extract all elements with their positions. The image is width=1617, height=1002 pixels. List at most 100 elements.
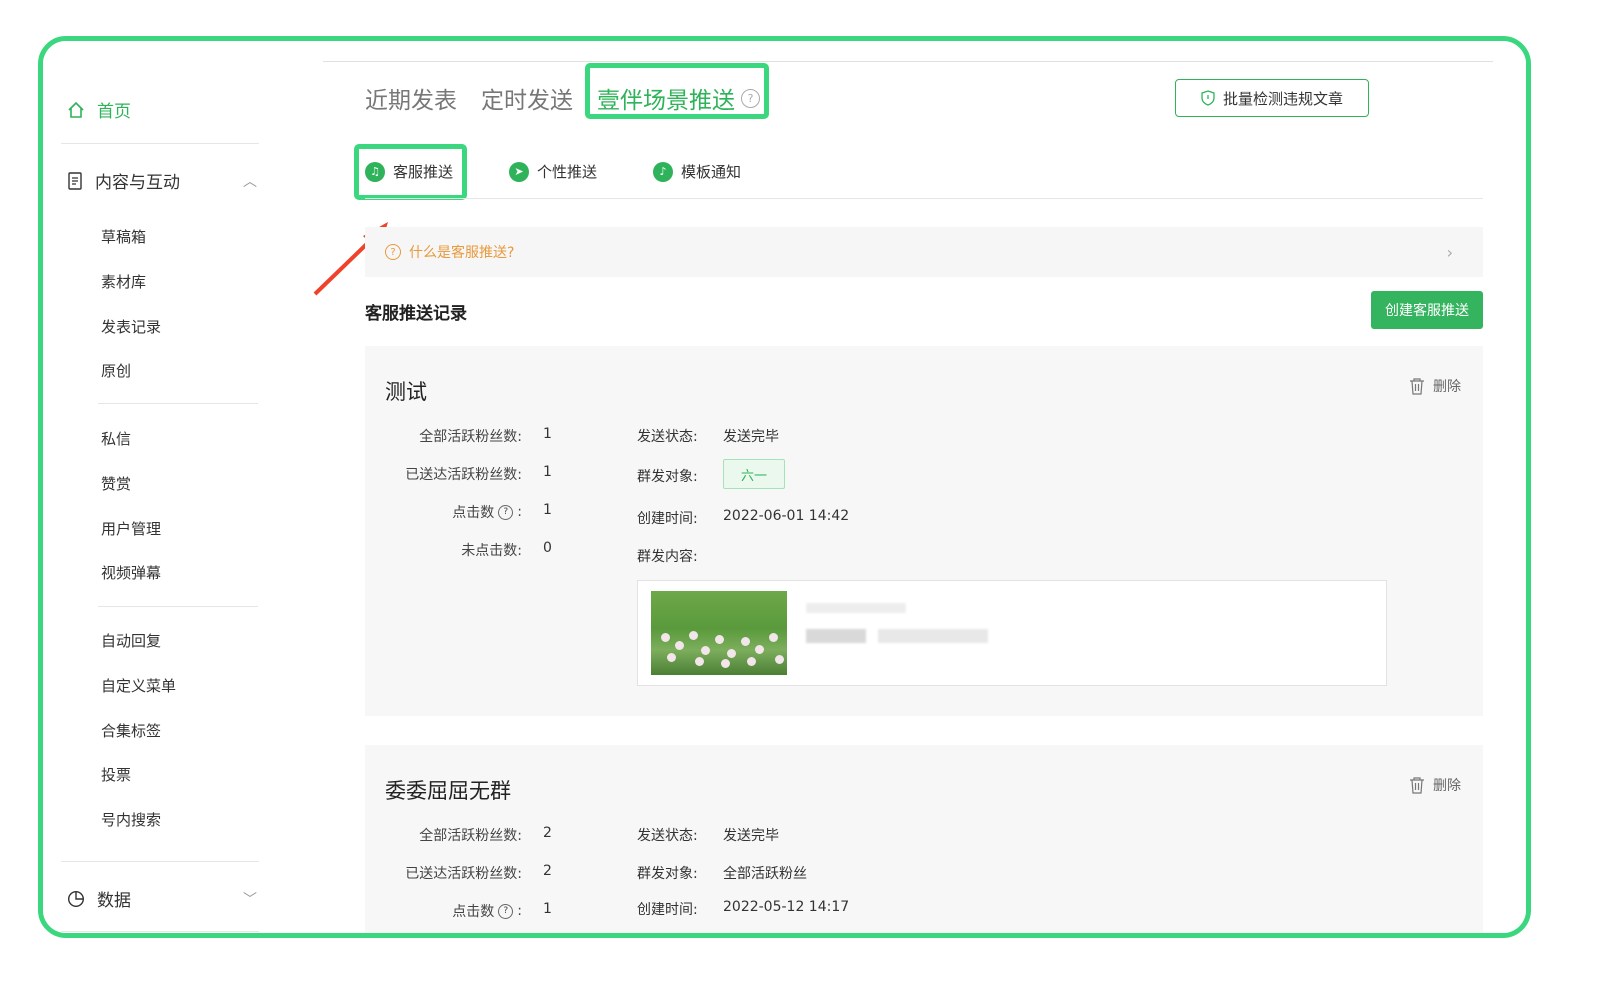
thumbnail-image <box>651 591 787 675</box>
divider <box>61 143 259 144</box>
sidebar-item-messages[interactable]: 私信 <box>101 428 131 449</box>
subtab-divider <box>365 198 1483 199</box>
divider <box>98 403 258 404</box>
button-label: 批量检测违规文章 <box>1222 89 1343 108</box>
app-window: 首页 内容与互动 ︿ 草稿箱 素材库 发表记录 原创 私信 赞赏 用户管理 视频… <box>38 36 1531 938</box>
help-icon[interactable]: ? <box>498 903 514 919</box>
sidebar-group-data[interactable]: 数据 ﹀ <box>67 886 257 911</box>
divider <box>61 861 259 862</box>
label-text: 点击数 <box>452 505 495 521</box>
value-send-status: 发送完毕 <box>723 429 779 445</box>
value-clicks: 1 <box>543 502 552 518</box>
tab-recent-posts[interactable]: 近期发表 <box>365 81 457 115</box>
record-card: 测试 删除 全部活跃粉丝数: 1 已送达活跃粉丝数: 1 点击数 ? : 1 未… <box>365 346 1483 716</box>
sidebar-item-publish-history[interactable]: 发表记录 <box>101 316 161 337</box>
sidebar-item-collection-tags[interactable]: 合集标签 <box>101 720 161 741</box>
chevron-right-icon: › <box>1446 242 1453 262</box>
record-title: 委委屈屈无群 <box>385 779 511 803</box>
sidebar-item-danmaku[interactable]: 视频弹幕 <box>101 562 161 583</box>
help-icon: ? <box>385 244 401 260</box>
label-target: 群发对象: <box>637 866 698 882</box>
label-clicks: 点击数 ? : <box>342 502 522 522</box>
chevron-down-icon[interactable]: ﹀ <box>243 889 257 909</box>
blurred-text <box>878 629 988 643</box>
sidebar-item-original[interactable]: 原创 <box>101 360 131 381</box>
label-colon: : <box>517 903 522 919</box>
label-created: 创建时间: <box>637 902 698 918</box>
label-unclicked: 未点击数: <box>461 543 522 559</box>
value-target: 全部活跃粉丝 <box>723 866 807 882</box>
info-banner[interactable]: ? 什么是客服推送? › <box>365 227 1483 277</box>
divider <box>98 606 258 607</box>
label-all-fans: 全部活跃粉丝数: <box>419 828 522 844</box>
value-created: 2022-05-12 14:17 <box>723 899 850 915</box>
blurred-text <box>806 629 866 643</box>
create-push-button[interactable]: 创建客服推送 <box>1371 291 1483 329</box>
sidebar-item-label: 首页 <box>97 102 131 122</box>
pie-chart-icon <box>67 890 85 907</box>
trash-icon <box>1410 378 1424 395</box>
divider <box>61 931 259 932</box>
help-icon[interactable]: ? <box>498 504 514 520</box>
value-unclicked: 0 <box>543 540 552 556</box>
sidebar-item-vote[interactable]: 投票 <box>101 764 131 785</box>
label-content: 群发内容: <box>637 549 698 565</box>
highlight-box <box>354 144 467 200</box>
label-colon: : <box>517 504 522 520</box>
label-send-status: 发送状态: <box>637 429 698 445</box>
section-title: 客服推送记录 <box>365 304 467 324</box>
sidebar-item-auto-reply[interactable]: 自动回复 <box>101 630 161 651</box>
highlight-box <box>585 63 769 119</box>
subtab-label: 模板通知 <box>681 163 742 181</box>
value-send-status: 发送完毕 <box>723 828 779 844</box>
label-delivered-fans: 已送达活跃粉丝数: <box>405 866 522 882</box>
label-target: 群发对象: <box>637 469 698 485</box>
subtab-personalized-push[interactable]: ➤ 个性推送 <box>509 161 597 182</box>
tab-scheduled[interactable]: 定时发送 <box>481 81 573 115</box>
batch-check-button[interactable]: 批量检测违规文章 <box>1175 79 1369 117</box>
content-preview[interactable] <box>637 580 1387 686</box>
delete-label: 删除 <box>1433 778 1461 794</box>
trash-icon <box>1410 777 1424 794</box>
sidebar: 首页 内容与互动 ︿ 草稿箱 素材库 发表记录 原创 私信 赞赏 用户管理 视频… <box>43 41 323 933</box>
target-tag: 六一 <box>723 459 785 489</box>
sidebar-item-drafts[interactable]: 草稿箱 <box>101 226 146 247</box>
bell-icon: ♪ <box>653 161 673 182</box>
shield-icon <box>1201 90 1215 106</box>
subtab-template-notice[interactable]: ♪ 模板通知 <box>653 161 741 182</box>
record-title: 测试 <box>385 380 427 404</box>
top-divider <box>323 61 1493 62</box>
label-clicks: 点击数 ? : <box>342 901 522 921</box>
label-delivered-fans: 已送达活跃粉丝数: <box>405 467 522 483</box>
delete-button[interactable]: 删除 <box>1409 775 1461 795</box>
sidebar-item-library[interactable]: 素材库 <box>101 271 146 292</box>
value-clicks: 1 <box>543 901 552 917</box>
paper-plane-icon: ➤ <box>509 161 529 182</box>
label-text: 点击数 <box>452 904 495 920</box>
sidebar-item-search[interactable]: 号内搜索 <box>101 809 161 830</box>
subtab-label: 个性推送 <box>537 163 598 181</box>
delete-label: 删除 <box>1433 379 1461 395</box>
value-delivered-fans: 2 <box>543 863 552 879</box>
chevron-up-icon[interactable]: ︿ <box>243 171 257 191</box>
info-text: 什么是客服推送? <box>409 245 515 261</box>
blurred-text <box>806 603 906 613</box>
sidebar-group-content[interactable]: 内容与互动 ︿ <box>67 168 257 193</box>
record-card: 委委屈屈无群 删除 全部活跃粉丝数: 2 已送达活跃粉丝数: 2 点击数 ? :… <box>365 745 1483 933</box>
sidebar-item-rewards[interactable]: 赞赏 <box>101 473 131 494</box>
sidebar-group-label: 数据 <box>97 891 131 911</box>
sidebar-group-label: 内容与互动 <box>95 173 180 193</box>
sidebar-item-users[interactable]: 用户管理 <box>101 518 161 539</box>
label-created: 创建时间: <box>637 511 698 527</box>
home-icon <box>68 101 84 118</box>
sidebar-item-home[interactable]: 首页 <box>67 97 131 122</box>
label-all-fans: 全部活跃粉丝数: <box>419 429 522 445</box>
value-all-fans: 2 <box>543 825 552 841</box>
sidebar-item-custom-menu[interactable]: 自定义菜单 <box>101 675 176 696</box>
label-send-status: 发送状态: <box>637 828 698 844</box>
value-created: 2022-06-01 14:42 <box>723 508 850 524</box>
value-delivered-fans: 1 <box>543 464 552 480</box>
delete-button[interactable]: 删除 <box>1409 376 1461 396</box>
value-all-fans: 1 <box>543 426 552 442</box>
document-icon <box>68 171 82 190</box>
